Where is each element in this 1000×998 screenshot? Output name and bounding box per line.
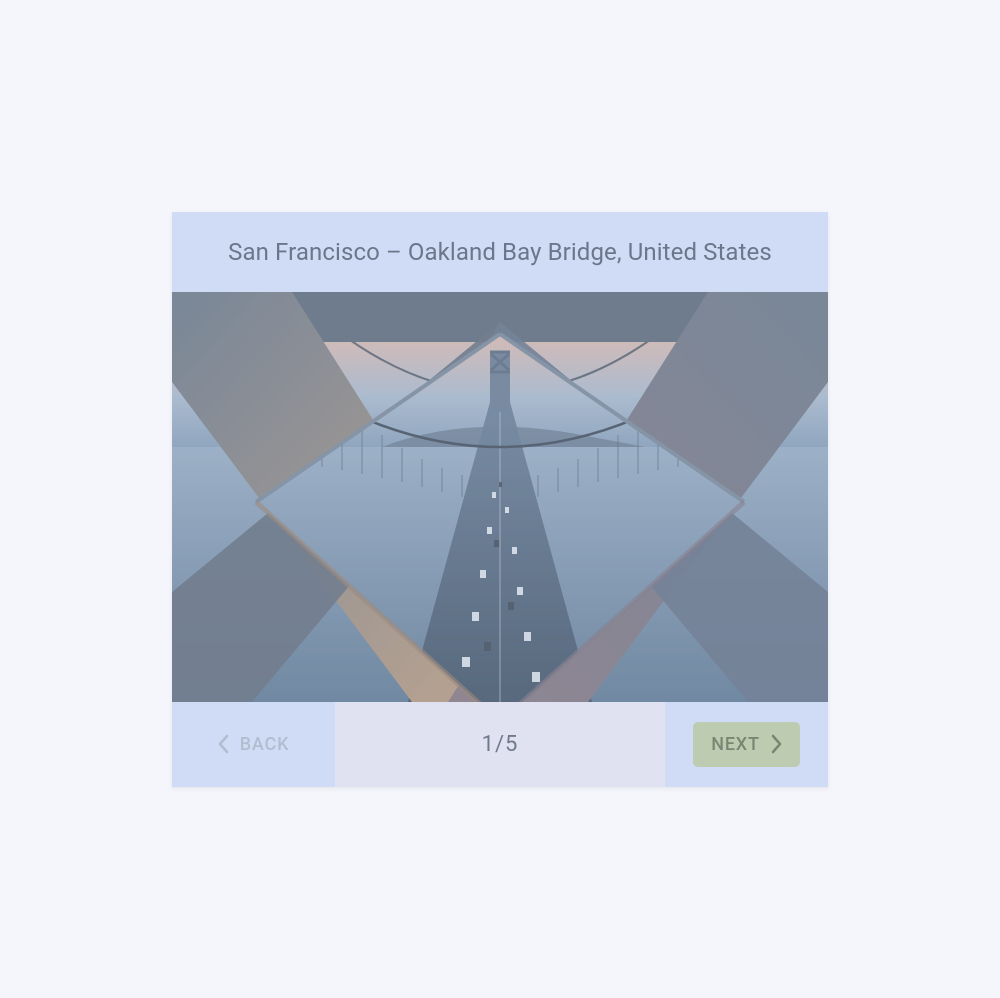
step-separator: / — [495, 732, 505, 757]
chevron-left-icon — [218, 734, 230, 754]
step-current: 1 — [482, 732, 495, 757]
step-total: 5 — [505, 732, 518, 757]
chevron-right-icon — [770, 734, 782, 754]
card-header: San Francisco – Oakland Bay Bridge, Unit… — [172, 212, 828, 292]
next-button[interactable]: NEXT — [693, 722, 799, 767]
control-right: NEXT — [665, 702, 828, 787]
next-button-label: NEXT — [711, 734, 759, 755]
step-indicator: 1 / 5 — [335, 702, 665, 787]
control-left: BACK — [172, 702, 335, 787]
stepper-card: San Francisco – Oakland Bay Bridge, Unit… — [172, 212, 828, 787]
back-button[interactable]: BACK — [200, 722, 308, 767]
bridge-image — [172, 292, 828, 702]
back-button-label: BACK — [240, 734, 290, 755]
image-title: San Francisco – Oakland Bay Bridge, Unit… — [192, 238, 808, 266]
image-viewport — [172, 292, 828, 702]
stepper-controls: BACK 1 / 5 NEXT — [172, 702, 828, 787]
